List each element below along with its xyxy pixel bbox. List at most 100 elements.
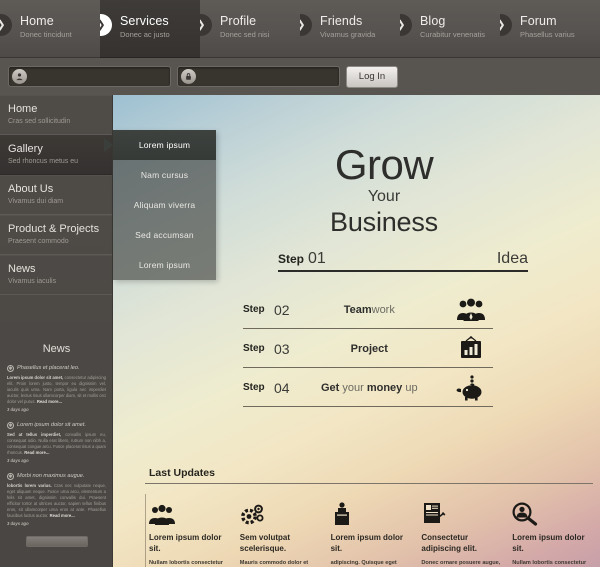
gear-bullet-icon: ✱ (7, 422, 14, 429)
sidebar-item-home[interactable]: Home Cras sed sollicitudin (0, 95, 112, 135)
nav-tab-sublabel: Curabitur venenatis (420, 30, 486, 39)
last-updates-section: Last Updates Lorem ipsum dolor sit. Nulla… (145, 467, 593, 567)
submenu-item[interactable]: Nam cursus (113, 160, 216, 190)
sidebar-item-gallery[interactable]: Gallery Sed rhoncus metus eu (0, 135, 112, 175)
news-item-body: Sed at tellus imperdiet, convallis ipsum… (7, 432, 106, 455)
news-read-more-link[interactable]: Read more... (37, 399, 62, 404)
hero-line-3: Business (330, 207, 438, 237)
update-body: adipiscing. Quisque eget libero a quam l… (330, 560, 397, 566)
nav-tab-sublabel: Donec sed nisi (220, 30, 270, 39)
news-item[interactable]: ✱ Lorem ipsum dolor sit amet. Sed at tellu… (7, 421, 106, 463)
step-row-04[interactable]: Step 04 Get your money up (243, 369, 493, 407)
chevron-right-icon: ❯ (200, 14, 212, 36)
sidebar-item-sublabel: Vivamus iaculis (8, 278, 57, 285)
nav-tab-friends[interactable]: ❯ Friends Vivamus gravida (300, 0, 400, 58)
news-item-timestamp: 3 days ago (7, 458, 29, 463)
username-field-wrapper[interactable] (8, 66, 171, 87)
sidebar-menu: Home Cras sed sollicitudin Gallery Sed rhon… (0, 95, 112, 295)
nav-tab-blog[interactable]: ❯ Blog Curabitur venenatis (400, 0, 500, 58)
update-body: Nullam lobortis consectetur adipiscing. … (149, 560, 223, 566)
step-01-word: Step (278, 252, 305, 266)
nav-tab-label: Services (120, 14, 169, 28)
news-item[interactable]: ✱ Phasellus et placerat leo. Lorem ipsum d… (7, 364, 106, 412)
group-icon (149, 494, 230, 526)
nav-tab-label: Forum (520, 14, 557, 28)
user-icon (12, 69, 27, 84)
sidebar-news-heading: News (42, 343, 71, 355)
update-cell[interactable]: Lorem ipsum dolor sit. Nullam lobortis co… (145, 494, 230, 567)
news-read-more-link[interactable]: Read more... (50, 513, 75, 518)
submenu-item[interactable]: Lorem ipsum (113, 250, 216, 280)
news-item-body: Lorem ipsum dolor sit amet, consectetur … (7, 375, 107, 404)
nav-tab-sublabel: Vivamus gravida (320, 30, 376, 39)
sidebar-item-about-us[interactable]: About Us Vivamus dui diam (0, 175, 112, 215)
password-input[interactable] (196, 71, 339, 82)
step-01-row: Step 01 Idea (278, 250, 528, 272)
step-text: Project (350, 342, 388, 355)
submenu-list: Lorem ipsum Nam cursus Aliquam viverra Sed … (113, 130, 216, 280)
updates-grid: Lorem ipsum dolor sit. Nullam lobortis co… (145, 494, 593, 567)
update-cell[interactable]: Lorem ipsum dolor sit. adipiscing. Quisqu… (327, 494, 412, 567)
news-item[interactable]: ✱ Morbi non maximus augue. lobortis lorem … (7, 472, 106, 526)
update-title: Lorem ipsum dolor sit. (330, 533, 404, 553)
login-bar: Log In (0, 58, 600, 95)
last-updates-heading: Last Updates (145, 467, 593, 484)
nav-tab-sublabel: Donec ac justo (120, 30, 170, 39)
username-input[interactable] (27, 71, 170, 82)
step-row-03[interactable]: Step 03 Project (243, 330, 493, 368)
sidebar-item-label: Product & Projects (8, 223, 100, 235)
update-title: Sem volutpat scelerisque. (239, 533, 291, 553)
gear-bullet-icon: ✱ (7, 473, 14, 480)
submenu-item[interactable]: Sed accumsan (113, 220, 216, 250)
sidebar-item-product-projects[interactable]: Product & Projects Praesent commodo (0, 215, 112, 255)
news-read-more-link[interactable]: Read more... (24, 450, 49, 455)
nav-tab-label: Friends (320, 14, 363, 28)
update-cell[interactable]: Lorem ipsum dolor sit. Nullam lobortis co… (508, 494, 593, 567)
people-icon (449, 298, 493, 322)
sidebar-item-sublabel: Sed rhoncus metus eu (8, 158, 79, 165)
submenu-item[interactable]: Aliquam viverra (113, 190, 216, 220)
login-button[interactable]: Log In (346, 65, 398, 88)
sidebar-news-button[interactable] (25, 536, 88, 547)
hero-line-2: Your (367, 188, 401, 205)
gears-icon (240, 494, 321, 526)
news-item-timestamp: 3 days ago (7, 521, 29, 526)
news-item-title: Lorem ipsum dolor sit amet. (17, 422, 87, 428)
lock-icon (181, 69, 196, 84)
news-item-title: Phasellus et placerat leo. (17, 365, 80, 371)
submenu-item[interactable]: Lorem ipsum (113, 130, 216, 160)
search-person-icon (512, 494, 593, 526)
update-title: Consectetur adipiscing elit. (421, 533, 477, 553)
nav-tab-label: Blog (420, 14, 446, 28)
sidebar-news-list: ✱ Phasellus et placerat leo. Lorem ipsum d… (7, 364, 106, 526)
sidebar-item-news[interactable]: News Vivamus iaculis (0, 255, 112, 295)
nav-tab-home[interactable]: ❯ Home Donec tincidunt (0, 0, 100, 58)
nav-tab-label: Home (20, 14, 54, 28)
nav-tab-services[interactable]: ❯ Services Donec ac justo (100, 0, 200, 58)
piggy-bank-icon (449, 374, 493, 401)
chevron-right-icon: ❯ (400, 14, 412, 36)
step-text: Get your money up (320, 381, 418, 394)
signature-doc-icon (421, 494, 502, 526)
sidebar-item-label: About Us (8, 183, 54, 195)
page-root: ❯ Home Donec tincidunt ❯ Services Donec ac ju… (0, 0, 600, 567)
step-number: 04 (274, 379, 290, 396)
step-number: 03 (274, 340, 290, 357)
update-title: Lorem ipsum dolor sit. (512, 533, 585, 553)
step-01-label: Idea (496, 250, 528, 267)
nav-tab-forum[interactable]: ❯ Forum Phasellus varius (500, 0, 600, 58)
update-cell[interactable]: Consectetur adipiscing elit. Donec ornare… (417, 494, 502, 567)
left-sidebar: Home Cras sed sollicitudin Gallery Sed rhon… (0, 95, 113, 567)
sidebar-item-label: News (8, 263, 36, 275)
step-word: Step (243, 382, 265, 393)
news-item-body: lobortis lorem varius. Cras nec vulputat… (7, 483, 106, 518)
password-field-wrapper[interactable] (177, 66, 340, 87)
step-word: Step (243, 343, 265, 354)
step-text: Teamwork (343, 303, 395, 316)
update-body: Donec ornare posuere augue, vel rutrum l… (421, 560, 501, 566)
sidebar-item-sublabel: Vivamus dui diam (8, 198, 64, 205)
step-row-02[interactable]: Step 02 Teamwork (243, 291, 493, 329)
update-cell[interactable]: Sem volutpat scelerisque. Mauris commodo … (236, 494, 321, 567)
nav-tab-profile[interactable]: ❯ Profile Donec sed nisi (200, 0, 300, 58)
chevron-right-icon: ❯ (500, 14, 512, 36)
